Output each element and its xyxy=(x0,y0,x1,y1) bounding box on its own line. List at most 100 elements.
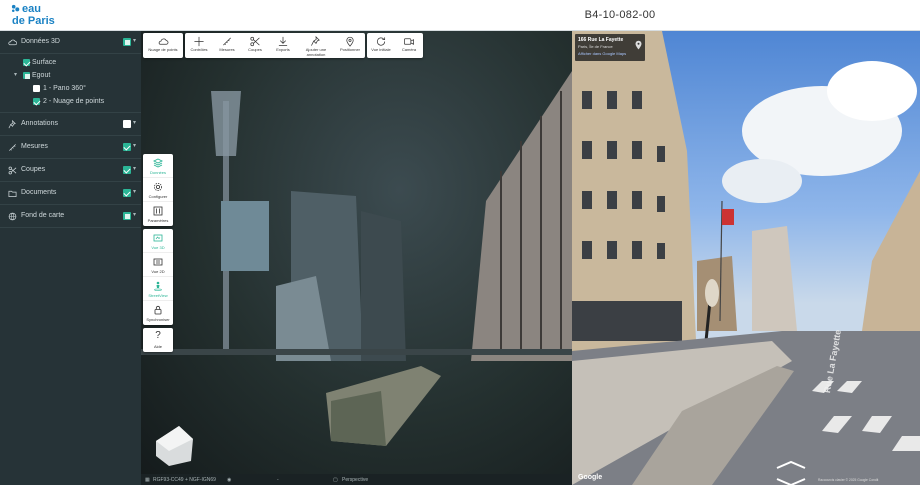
grid-icon: ▦ xyxy=(145,477,150,483)
layer-visibility-checkbox[interactable] xyxy=(123,38,131,46)
chevron-down-icon[interactable]: ▾ xyxy=(133,119,136,126)
chevron-down-icon[interactable]: ▾ xyxy=(133,188,136,195)
pointcloud-lamp xyxy=(211,91,241,156)
location-icon xyxy=(346,36,354,47)
tree-item-label: 2 - Nuage de points xyxy=(43,98,105,105)
streetview-image[interactable] xyxy=(572,31,920,485)
map-pin-icon[interactable] xyxy=(635,40,642,50)
folder-icon xyxy=(8,190,17,198)
point-cloud-scene[interactable] xyxy=(141,31,572,485)
scissors-icon xyxy=(8,166,17,175)
project-id: B4-10-082-00 xyxy=(584,9,656,21)
crs-label[interactable]: RGF93-CC49 + NGF-IGN69 xyxy=(153,477,216,483)
flag xyxy=(722,209,734,225)
initial-view-button[interactable]: Vue initiale xyxy=(367,33,395,58)
layer-visibility-checkbox[interactable] xyxy=(123,212,131,220)
toolbar-group-tools: Contrôles Mesures Coupes Exports Ajouter… xyxy=(185,33,365,58)
help-button[interactable]: ? Aide xyxy=(143,328,173,352)
app-header: eau de Paris B4-10-082-00 xyxy=(0,0,920,31)
cloud-shape xyxy=(827,61,917,121)
sidebar-section-label: Mesures xyxy=(21,143,48,150)
sidebar-section-label: Annotations xyxy=(21,120,58,127)
toolbar-button-label: Positionner xyxy=(339,47,360,52)
side-tool-label: Vue 3D xyxy=(151,245,165,250)
toolbar-button-label: Contrôles xyxy=(190,47,208,52)
side-tool-label: Synchroniser xyxy=(146,317,170,322)
chevron-down-icon[interactable]: ▾ xyxy=(133,142,136,149)
lock-icon xyxy=(154,305,162,315)
tree-item-label: Egout xyxy=(32,72,51,79)
side-tools-group-help: ? Aide xyxy=(143,328,173,352)
streetview-address-card: 166 Rue La Fayette Paris, Île de France … xyxy=(575,34,645,61)
tree-item-nuage-de-points[interactable]: 2 - Nuage de points xyxy=(0,95,141,108)
sidebar-section-coupes[interactable]: Coupes ▾ xyxy=(0,159,141,182)
viewer-side-tools: Données Configurer Paramètres Vue 3D Vue… xyxy=(143,154,173,355)
layer-visibility-checkbox[interactable] xyxy=(123,166,131,174)
tree-item-pano-360[interactable]: 1 - Pano 360° xyxy=(0,82,141,95)
configure-button[interactable]: Configurer xyxy=(143,178,173,202)
sidebar-section-annotations[interactable]: Annotations ▾ xyxy=(0,113,141,136)
sidebar-section-donnees-3d[interactable]: Données 3D ▾ xyxy=(0,31,141,54)
position-button[interactable]: Positionner xyxy=(335,33,365,58)
settings-button[interactable]: Paramètres xyxy=(143,202,173,226)
streetview-panel[interactable] xyxy=(572,31,920,485)
scissors-icon xyxy=(250,36,260,47)
toolbar-button-label: Caméra xyxy=(401,47,417,52)
exports-button[interactable]: Exports xyxy=(269,33,297,58)
streetview-button[interactable]: StreetView xyxy=(143,277,173,301)
chevron-down-icon[interactable]: ▾ xyxy=(14,71,17,78)
sections-button[interactable]: Coupes xyxy=(241,33,269,58)
refresh-icon xyxy=(377,37,386,46)
layers-icon xyxy=(153,158,163,168)
gear-icon xyxy=(154,183,162,191)
side-tools-group-views: Vue 3D Vue 2D StreetView Synchroniser xyxy=(143,229,173,325)
tree-item-label: 1 - Pano 360° xyxy=(43,85,86,92)
sliders-icon xyxy=(153,206,163,216)
toolbar-group-view: Vue initiale Caméra xyxy=(367,33,423,58)
layer-visibility-checkbox[interactable] xyxy=(123,189,131,197)
measures-button[interactable]: Mesures xyxy=(213,33,241,58)
controls-button[interactable]: Contrôles xyxy=(185,33,213,58)
pin-icon xyxy=(8,120,16,129)
right-building xyxy=(862,171,920,331)
data-panel-button[interactable]: Données xyxy=(143,154,173,178)
point-cloud-viewport[interactable] xyxy=(141,31,572,485)
tree-item-surface[interactable]: Surface xyxy=(0,56,141,69)
side-tools-group-data: Données Configurer Paramètres xyxy=(143,154,173,226)
toolbar-button-label: Ajouter une annotation xyxy=(305,47,327,57)
layer-visibility-checkbox[interactable] xyxy=(123,143,131,151)
layer-visibility-checkbox[interactable] xyxy=(123,120,131,128)
layer-checkbox[interactable] xyxy=(33,98,40,105)
open-in-google-maps-link[interactable]: Afficher dans Google Maps xyxy=(578,51,626,56)
camera-button[interactable]: Caméra xyxy=(395,33,423,58)
camera-icon xyxy=(404,38,414,45)
sidebar-section-label: Coupes xyxy=(21,166,46,173)
synchronize-button[interactable]: Synchroniser xyxy=(143,301,173,325)
sidebar-section-documents[interactable]: Documents ▾ xyxy=(0,182,141,205)
view-3d-button[interactable]: Vue 3D xyxy=(143,229,173,253)
viewer-statusbar: ▦ RGF93-CC49 + NGF-IGN69 ◉ - ▢ Perspecti… xyxy=(141,474,572,485)
eau-de-paris-logo[interactable]: eau de Paris xyxy=(10,3,70,29)
help-icon: ? xyxy=(155,330,161,341)
tree-item-egout[interactable]: ▾ Egout xyxy=(0,69,141,82)
chevron-down-icon[interactable]: ▾ xyxy=(133,37,136,44)
pointcloud-button[interactable]: Nuage de points xyxy=(143,33,183,58)
sidebar-section-mesures[interactable]: Mesures ▾ xyxy=(0,136,141,159)
chevron-down-icon[interactable]: ▾ xyxy=(133,165,136,172)
eye-icon[interactable]: ◉ xyxy=(227,477,231,483)
ruler-icon xyxy=(223,37,231,46)
layer-checkbox[interactable] xyxy=(33,85,40,92)
google-attribution[interactable]: Raccourcis clavier © 2025 Google Condit xyxy=(818,478,878,482)
add-annotation-button[interactable]: Ajouter une annotation xyxy=(297,33,335,58)
logo-text-eau: eau xyxy=(22,3,41,15)
cloud-icon xyxy=(8,39,17,46)
chevron-down-icon[interactable]: ▾ xyxy=(133,211,136,218)
pin-icon xyxy=(311,36,320,46)
pegman-icon xyxy=(154,281,162,291)
layer-checkbox[interactable] xyxy=(23,59,30,66)
view-2d-button[interactable]: Vue 2D xyxy=(143,253,173,277)
move-icon xyxy=(194,36,204,47)
sidebar-section-fond-de-carte[interactable]: Fond de carte ▾ xyxy=(0,205,141,228)
layer-checkbox[interactable] xyxy=(23,72,30,79)
projection-toggle[interactable]: Perspective xyxy=(342,477,368,483)
